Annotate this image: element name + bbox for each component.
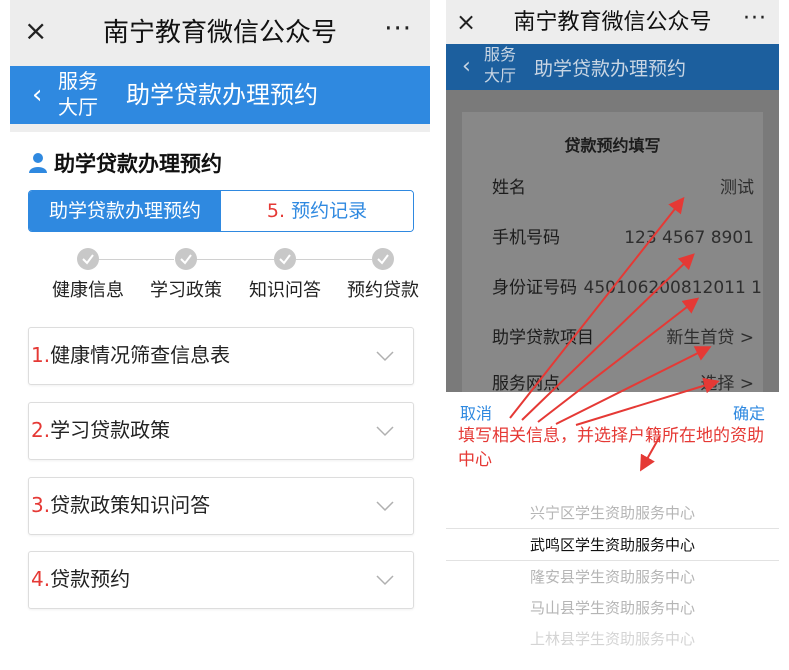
- accordion-item[interactable]: 2.学习贷款政策: [28, 402, 414, 460]
- tab-records[interactable]: 5. 预约记录: [221, 191, 413, 231]
- step-label: 知识问答: [249, 280, 321, 301]
- back-button[interactable]: 服务大厅: [484, 44, 524, 86]
- field-label: 身份证号码: [492, 278, 577, 298]
- chevron-down-icon: [376, 426, 394, 437]
- wechat-title: 南宁教育微信公众号: [513, 10, 712, 35]
- accordion-item[interactable]: 1.健康情况筛查信息表: [28, 327, 414, 385]
- left-screen: × 南宁教育微信公众号 ··· ‹ 服务大厅 助学贷款办理预约 助学贷款办理预约…: [10, 0, 430, 670]
- picker-option[interactable]: 马山县学生资助服务中心: [446, 593, 779, 623]
- form-row-id[interactable]: 身份证号码 450106200812011 1: [492, 274, 762, 304]
- field-value[interactable]: 新生首贷 >: [666, 324, 754, 352]
- step-label: 学习政策: [150, 280, 222, 301]
- confirm-button[interactable]: 确定: [733, 400, 765, 424]
- annotation-number: 4.: [31, 567, 51, 591]
- chevron-down-icon: [376, 351, 394, 362]
- page-title: 助学贷款办理预约: [534, 58, 687, 80]
- picker-selection-line: [446, 560, 779, 561]
- step-connector: [296, 259, 372, 260]
- annotation-number: 3.: [31, 493, 51, 517]
- section-title: 助学贷款办理预约: [28, 149, 222, 179]
- more-icon[interactable]: ···: [743, 4, 767, 34]
- picker-sheet: 取消 确定 填写相关信息，并选择户籍所在地的资助中心 兴宁区学生资助服务中心 武…: [446, 392, 779, 670]
- right-screen: × 南宁教育微信公众号 ··· ‹ 服务大厅 助学贷款办理预约 贷款预约填写 姓…: [446, 0, 779, 670]
- accordion-item[interactable]: 3.贷款政策知识问答: [28, 477, 414, 535]
- accordion-text: 贷款政策知识问答: [50, 493, 211, 517]
- annotation-note: 填写相关信息，并选择户籍所在地的资助中心: [458, 426, 764, 470]
- cancel-button[interactable]: 取消: [460, 400, 492, 424]
- picker-option-selected[interactable]: 武鸣区学生资助服务中心: [446, 530, 779, 560]
- modal-overlay: 贷款预约填写 姓名 测试 手机号码 123 4567 8901 身份证号码 45…: [446, 90, 779, 402]
- step-check-icon: [175, 248, 197, 270]
- accordion-label: 3.贷款政策知识问答: [31, 491, 210, 519]
- field-value[interactable]: 测试: [720, 174, 754, 202]
- accordion-text: 健康情况筛查信息表: [50, 343, 231, 367]
- progress-steps: 健康信息 学习政策 知识问答 预约贷款: [28, 248, 428, 308]
- back-chevron-icon[interactable]: ‹: [32, 80, 42, 110]
- picker-option[interactable]: 上林县学生资助服务中心: [446, 624, 779, 654]
- back-button[interactable]: 服务大厅: [58, 68, 102, 120]
- accordion-label: 2.学习贷款政策: [31, 416, 170, 444]
- field-value[interactable]: 450106200812011 1: [583, 274, 762, 302]
- step-connector: [196, 259, 274, 260]
- field-label: 姓名: [492, 178, 526, 198]
- form-row-name[interactable]: 姓名 测试: [492, 174, 754, 204]
- accordion-label: 1.健康情况筛查信息表: [31, 341, 230, 369]
- picker-option[interactable]: 隆安县学生资助服务中心: [446, 562, 779, 592]
- chevron-down-icon: [376, 575, 394, 586]
- page-header: ‹ 服务大厅 助学贷款办理预约: [446, 44, 779, 90]
- accordion-text: 学习贷款政策: [50, 418, 171, 442]
- form-row-loan-type[interactable]: 助学贷款项目 新生首贷 >: [492, 324, 754, 354]
- annotation-number: 1.: [31, 343, 51, 367]
- step-check-icon: [372, 248, 394, 270]
- annotation-number: 2.: [31, 418, 51, 442]
- more-icon[interactable]: ···: [384, 14, 412, 44]
- form-heading: 贷款预约填写: [564, 136, 661, 155]
- accordion-text: 贷款预约: [50, 567, 131, 591]
- back-chevron-icon[interactable]: ‹: [462, 52, 471, 82]
- user-icon: [29, 153, 47, 173]
- tab-records-label: 预约记录: [291, 200, 368, 222]
- field-value[interactable]: 123 4567 8901: [624, 224, 754, 252]
- accordion-item[interactable]: 4.贷款预约: [28, 551, 414, 609]
- annotation-number: 5.: [266, 200, 286, 222]
- wechat-title-bar: × 南宁教育微信公众号 ···: [446, 0, 779, 44]
- appointment-form: 贷款预约填写 姓名 测试 手机号码 123 4567 8901 身份证号码 45…: [462, 112, 763, 402]
- page-title: 助学贷款办理预约: [126, 81, 318, 109]
- step-check-icon: [274, 248, 296, 270]
- section-title-text: 助学贷款办理预约: [54, 152, 222, 176]
- step-label: 健康信息: [52, 280, 124, 301]
- step-check-icon: [77, 248, 99, 270]
- form-row-phone[interactable]: 手机号码 123 4567 8901: [492, 224, 754, 254]
- picker-option[interactable]: 兴宁区学生资助服务中心: [446, 498, 779, 528]
- wechat-title-bar: × 南宁教育微信公众号 ···: [10, 0, 430, 66]
- chevron-down-icon: [376, 501, 394, 512]
- field-label: 手机号码: [492, 228, 560, 248]
- accordion-label: 4.贷款预约: [31, 565, 130, 593]
- tab-bar: 助学贷款办理预约 5. 预约记录: [28, 190, 414, 232]
- step-label: 预约贷款: [347, 280, 419, 301]
- wechat-title: 南宁教育微信公众号: [102, 18, 337, 48]
- picker-selection-line: [446, 528, 779, 529]
- tab-apply[interactable]: 助学贷款办理预约: [29, 191, 221, 231]
- divider: [10, 124, 430, 132]
- field-label: 助学贷款项目: [492, 328, 594, 348]
- page-header: ‹ 服务大厅 助学贷款办理预约: [10, 66, 430, 124]
- step-connector: [98, 259, 174, 260]
